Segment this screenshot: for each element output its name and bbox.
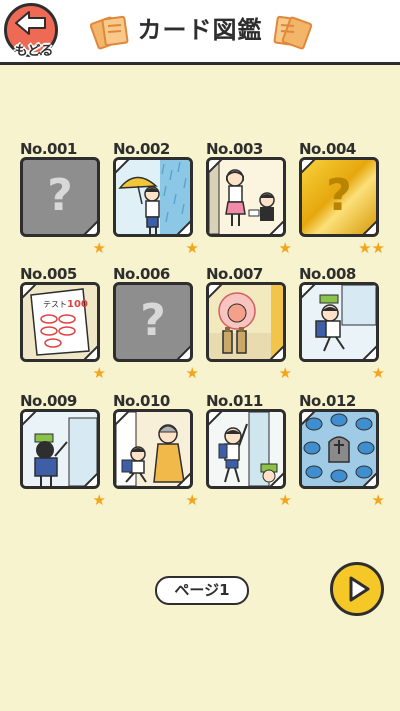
star-rating: ★ bbox=[92, 363, 106, 382]
star-icon: ★ bbox=[371, 239, 385, 257]
card-cell-001: No.001 ? ★ bbox=[20, 140, 106, 260]
card-locked[interactable]: ? bbox=[113, 282, 193, 362]
star-icon: ★ bbox=[185, 491, 199, 509]
star-rating: ★ bbox=[185, 238, 199, 257]
star-rating: ★ bbox=[185, 363, 199, 382]
card-number: No.010 bbox=[113, 392, 170, 410]
card-locked[interactable]: ? bbox=[20, 157, 100, 237]
card-corner-icon bbox=[362, 345, 376, 359]
card-girl-and-boy-door[interactable] bbox=[206, 157, 286, 237]
star-icon: ★ bbox=[278, 491, 292, 509]
card-corner-icon bbox=[209, 285, 223, 299]
card-number: No.011 bbox=[206, 392, 263, 410]
card-grave-blue-slimes[interactable] bbox=[299, 409, 379, 489]
card-number: No.005 bbox=[20, 265, 77, 283]
card-boy-and-grandma[interactable] bbox=[113, 409, 193, 489]
card-corner-icon bbox=[83, 472, 97, 486]
star-icon: ★ bbox=[92, 491, 106, 509]
card-grid: No.001 ? ★ No.002 ★ No.003 ★ No.004 ? ★★… bbox=[0, 62, 400, 711]
header-bar: もどる カード図鑑 bbox=[0, 0, 400, 65]
card-boy-running[interactable] bbox=[299, 282, 379, 362]
card-corner-icon bbox=[362, 472, 376, 486]
card-corner-icon bbox=[302, 412, 316, 426]
star-rating: ★ bbox=[92, 490, 106, 509]
card-cell-012: No.012 ★ bbox=[299, 392, 385, 512]
card-boy-umbrella-rain[interactable] bbox=[113, 157, 193, 237]
question-mark-icon: ? bbox=[47, 170, 73, 221]
card-corner-icon bbox=[176, 345, 190, 359]
card-corner-icon bbox=[23, 412, 37, 426]
card-number: No.001 bbox=[20, 140, 77, 158]
card-corner-icon bbox=[269, 472, 283, 486]
star-rating: ★ bbox=[371, 490, 385, 509]
card-corner-icon bbox=[23, 285, 37, 299]
star-icon: ★ bbox=[358, 239, 372, 257]
card-cell-011: No.011 ★ bbox=[206, 392, 292, 512]
next-page-button[interactable] bbox=[330, 562, 384, 616]
card-cell-008: No.008 ★ bbox=[299, 265, 385, 385]
card-peach-bottles[interactable] bbox=[206, 282, 286, 362]
page-indicator: ページ1 bbox=[155, 576, 249, 605]
card-test-paper[interactable]: テスト 100 bbox=[20, 282, 100, 362]
star-icon: ★ bbox=[371, 364, 385, 382]
question-mark-icon: ? bbox=[326, 170, 352, 221]
card-number: No.008 bbox=[299, 265, 356, 283]
paper-text: テスト bbox=[43, 300, 67, 309]
paper-score: 100 bbox=[67, 299, 88, 310]
star-rating: ★ bbox=[371, 363, 385, 382]
card-gold-locked[interactable]: ? bbox=[299, 157, 379, 237]
card-cell-003: No.003 ★ bbox=[206, 140, 292, 260]
star-rating: ★ bbox=[278, 363, 292, 382]
card-number: No.009 bbox=[20, 392, 77, 410]
card-corner-icon bbox=[269, 220, 283, 234]
card-corner-icon bbox=[176, 472, 190, 486]
star-rating: ★★ bbox=[358, 238, 385, 257]
question-mark-icon: ? bbox=[140, 295, 166, 346]
star-icon: ★ bbox=[185, 239, 199, 257]
card-corner-icon bbox=[362, 220, 376, 234]
card-boy-knocking[interactable] bbox=[20, 409, 100, 489]
star-rating: ★ bbox=[278, 238, 292, 257]
card-corner-icon bbox=[116, 160, 130, 174]
card-corner-icon bbox=[116, 412, 130, 426]
page-title: カード図鑑 bbox=[137, 16, 263, 44]
card-cell-002: No.002 ★ bbox=[113, 140, 199, 260]
card-corner-icon bbox=[83, 220, 97, 234]
star-icon: ★ bbox=[278, 364, 292, 382]
card-number: No.003 bbox=[206, 140, 263, 158]
card-cell-007: No.007 ★ bbox=[206, 265, 292, 385]
card-corner-icon bbox=[83, 345, 97, 359]
card-number: No.007 bbox=[206, 265, 263, 283]
card-number: No.002 bbox=[113, 140, 170, 158]
star-rating: ★ bbox=[278, 490, 292, 509]
star-icon: ★ bbox=[278, 239, 292, 257]
star-icon: ★ bbox=[92, 364, 106, 382]
card-cell-010: No.010 ★ bbox=[113, 392, 199, 512]
card-cell-009: No.009 ★ bbox=[20, 392, 106, 512]
star-icon: ★ bbox=[371, 491, 385, 509]
star-rating: ★ bbox=[92, 238, 106, 257]
card-corner-icon bbox=[209, 160, 223, 174]
play-arrow-icon bbox=[349, 576, 370, 602]
card-corner-icon bbox=[302, 285, 316, 299]
card-cell-006: No.006 ? ★ bbox=[113, 265, 199, 385]
cards-icon-right bbox=[273, 15, 312, 50]
card-corner-icon bbox=[176, 220, 190, 234]
star-icon: ★ bbox=[185, 364, 199, 382]
card-number: No.012 bbox=[299, 392, 356, 410]
star-rating: ★ bbox=[185, 490, 199, 509]
card-corner-icon bbox=[269, 345, 283, 359]
card-corner-icon bbox=[302, 160, 316, 174]
card-corner-icon bbox=[209, 412, 223, 426]
card-number: No.006 bbox=[113, 265, 170, 283]
card-cell-005: No.005 テスト 100 ★ bbox=[20, 265, 106, 385]
star-icon: ★ bbox=[92, 239, 106, 257]
card-boy-waving[interactable] bbox=[206, 409, 286, 489]
card-number: No.004 bbox=[299, 140, 356, 158]
card-cell-004: No.004 ? ★★ bbox=[299, 140, 385, 260]
